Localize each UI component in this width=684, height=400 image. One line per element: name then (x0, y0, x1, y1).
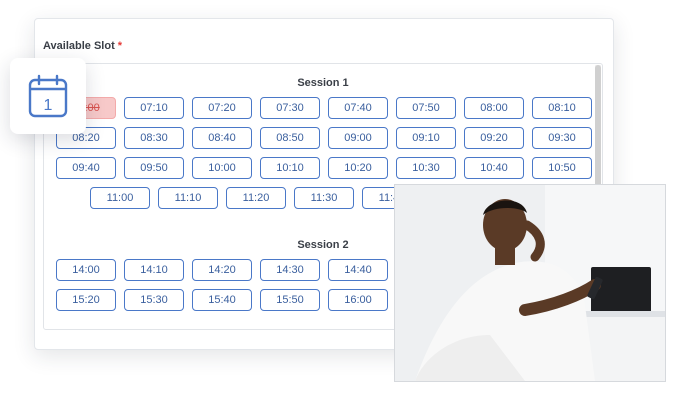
time-slot-button[interactable]: 10:10 (260, 157, 320, 179)
time-slot-button[interactable]: 15:20 (56, 289, 116, 311)
time-slot-button[interactable]: 11:30 (294, 187, 354, 209)
scrollbar-thumb[interactable] (595, 65, 601, 195)
time-slot-button[interactable]: 11:20 (226, 187, 286, 209)
time-slot-button[interactable]: 09:50 (124, 157, 184, 179)
man-using-phone-photo (394, 184, 666, 382)
calendar-badge: 1 (10, 58, 86, 134)
time-slot-button[interactable]: 14:00 (56, 259, 116, 281)
time-slot-button[interactable]: 08:40 (192, 127, 252, 149)
calendar-day: 1 (44, 97, 53, 114)
photo-illustration (395, 185, 665, 381)
time-slot-button[interactable]: 15:30 (124, 289, 184, 311)
time-slot-button[interactable]: 07:50 (396, 97, 456, 119)
time-slot-button[interactable]: 14:10 (124, 259, 184, 281)
available-slot-label-text: Available Slot (43, 40, 115, 52)
time-slot-button[interactable]: 15:40 (192, 289, 252, 311)
time-slot-button[interactable]: 09:00 (328, 127, 388, 149)
time-slot-button[interactable]: 08:00 (464, 97, 524, 119)
time-slot-button[interactable]: 10:50 (532, 157, 592, 179)
time-slot-button[interactable]: 14:40 (328, 259, 388, 281)
time-slot-button[interactable]: 07:30 (260, 97, 320, 119)
time-slot-button[interactable]: 16:00 (328, 289, 388, 311)
time-slot-button[interactable]: 10:00 (192, 157, 252, 179)
time-slot-button[interactable]: 08:50 (260, 127, 320, 149)
time-slot-button[interactable]: 09:10 (396, 127, 456, 149)
time-slot-button[interactable]: 14:30 (260, 259, 320, 281)
time-slot-button[interactable]: 07:10 (124, 97, 184, 119)
time-slot-button[interactable]: 14:20 (192, 259, 252, 281)
time-slot-button[interactable]: 07:40 (328, 97, 388, 119)
time-slot-button[interactable]: 10:40 (464, 157, 524, 179)
time-slot-button[interactable]: 11:00 (90, 187, 150, 209)
time-slot-button[interactable]: 07:20 (192, 97, 252, 119)
calendar-icon: 1 (28, 74, 68, 118)
session-1-title: Session 1 (297, 77, 349, 89)
time-slot-button[interactable]: 10:30 (396, 157, 456, 179)
time-slot-button[interactable]: 09:20 (464, 127, 524, 149)
time-slot-button[interactable]: 15:50 (260, 289, 320, 311)
required-mark: * (117, 40, 123, 52)
time-slot-button[interactable]: 08:30 (124, 127, 184, 149)
time-slot-button[interactable]: 10:20 (328, 157, 388, 179)
time-slot-button[interactable]: 08:10 (532, 97, 592, 119)
available-slot-label: Available Slot * (43, 40, 122, 52)
time-slot-button[interactable]: 09:40 (56, 157, 116, 179)
time-slot-button[interactable]: 09:30 (532, 127, 592, 149)
time-slot-button[interactable]: 11:10 (158, 187, 218, 209)
